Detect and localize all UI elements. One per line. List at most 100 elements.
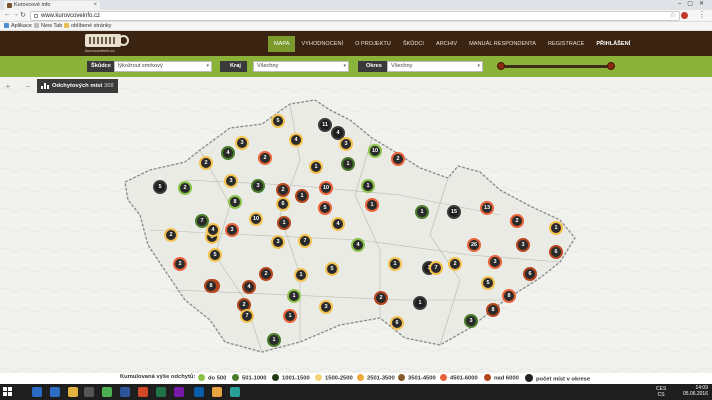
district-marker[interactable]: 5: [153, 180, 167, 194]
district-marker[interactable]: 26: [467, 238, 481, 252]
chrome-icon[interactable]: [102, 387, 112, 397]
district-marker[interactable]: 8: [486, 303, 500, 317]
nav-manual[interactable]: MANUÁL RESPONDENTA: [463, 36, 542, 52]
zoom-out-button[interactable]: −: [21, 81, 35, 93]
district-marker[interactable]: 2: [164, 228, 178, 242]
nav-registrace[interactable]: REGISTRACE: [542, 36, 590, 52]
district-marker[interactable]: 7: [298, 234, 312, 248]
district-marker[interactable]: 10: [368, 144, 382, 158]
district-marker[interactable]: 1: [361, 179, 375, 193]
district-marker[interactable]: 2: [259, 267, 273, 281]
date-range-slider[interactable]: [500, 65, 612, 68]
district-marker[interactable]: 15: [447, 205, 461, 219]
district-marker[interactable]: 2: [391, 152, 405, 166]
district-marker[interactable]: 4: [242, 280, 256, 294]
district-marker[interactable]: 11: [318, 118, 332, 132]
district-marker[interactable]: 2: [178, 181, 192, 195]
bookmark-folder[interactable]: oblíbené stránky: [64, 22, 111, 31]
district-marker[interactable]: 3: [235, 136, 249, 150]
district-marker[interactable]: 2: [374, 291, 388, 305]
district-marker[interactable]: 6: [276, 197, 290, 211]
district-marker[interactable]: 1: [295, 189, 309, 203]
district-marker[interactable]: 4: [221, 146, 235, 160]
ie-icon[interactable]: [50, 387, 60, 397]
district-marker[interactable]: 3: [224, 174, 238, 188]
bookmark-new-tab[interactable]: New Tab: [34, 22, 62, 31]
district-marker[interactable]: 8: [204, 279, 218, 293]
district-marker[interactable]: 5: [208, 248, 222, 262]
paint-icon[interactable]: [212, 387, 222, 397]
district-marker[interactable]: 1: [294, 268, 308, 282]
district-marker[interactable]: 1: [413, 296, 427, 310]
page-info-icon[interactable]: [34, 14, 38, 18]
district-marker[interactable]: 8: [502, 289, 516, 303]
district-marker[interactable]: 1: [267, 333, 281, 347]
nav-prihlaseni[interactable]: PŘIHLÁŠENÍ: [590, 36, 636, 52]
district-marker[interactable]: 4: [351, 238, 365, 252]
district-marker[interactable]: 3: [319, 300, 333, 314]
nav-vyhodnoceni[interactable]: VYHODNOCENÍ: [295, 36, 349, 52]
district-marker[interactable]: 3: [251, 179, 265, 193]
district-marker[interactable]: 10: [319, 181, 333, 195]
reload-icon[interactable]: ↻: [20, 11, 26, 19]
window-controls[interactable]: –▢✕: [678, 0, 710, 7]
district-marker[interactable]: 3: [488, 255, 502, 269]
clock[interactable]: 14:09 05.06.2016: [683, 385, 708, 397]
slider-handle-end[interactable]: [607, 62, 615, 70]
filter-kraj-select[interactable]: Všechny ▾: [253, 61, 349, 72]
extension-icon[interactable]: [681, 12, 688, 19]
district-marker[interactable]: 5: [271, 114, 285, 128]
word-icon[interactable]: [120, 387, 130, 397]
district-marker[interactable]: 2: [448, 257, 462, 271]
windows-start-icon[interactable]: [3, 387, 13, 397]
district-marker[interactable]: 13: [480, 201, 494, 215]
district-marker[interactable]: 7: [240, 309, 254, 323]
district-marker[interactable]: 6: [523, 267, 537, 281]
outlook-icon[interactable]: [194, 387, 204, 397]
district-marker[interactable]: 4: [206, 223, 220, 237]
district-marker[interactable]: 6: [390, 316, 404, 330]
browser-menu-icon[interactable]: ⋮: [698, 10, 706, 19]
slider-handle-start[interactable]: [497, 62, 505, 70]
district-marker[interactable]: 2: [258, 151, 272, 165]
district-marker[interactable]: 3: [225, 223, 239, 237]
url-input[interactable]: www.kurovcoveinfo.cz: [30, 11, 680, 21]
district-marker[interactable]: 7: [429, 261, 443, 275]
nav-archiv[interactable]: ARCHIV: [430, 36, 463, 52]
district-marker[interactable]: 1: [283, 309, 297, 323]
district-marker[interactable]: 2: [510, 214, 524, 228]
onenote-icon[interactable]: [174, 387, 184, 397]
store-icon[interactable]: [84, 387, 94, 397]
filter-skudce-select[interactable]: lýkožrout smrkový ▾: [114, 61, 212, 72]
district-marker[interactable]: 4: [289, 133, 303, 147]
district-marker[interactable]: 2: [199, 156, 213, 170]
district-marker[interactable]: 10: [249, 212, 263, 226]
forward-icon[interactable]: →: [12, 11, 19, 18]
district-marker[interactable]: 1: [388, 257, 402, 271]
app-icon[interactable]: [230, 387, 240, 397]
district-marker[interactable]: 5: [325, 262, 339, 276]
district-marker[interactable]: 8: [228, 195, 242, 209]
browser-tab[interactable]: Kurovcové info ×: [4, 1, 100, 10]
bookmark-star-icon[interactable]: ☆: [670, 11, 676, 19]
district-marker[interactable]: 3: [516, 238, 530, 252]
district-marker[interactable]: 1: [277, 216, 291, 230]
district-marker[interactable]: 1: [415, 205, 429, 219]
nav-skudci[interactable]: ŠKŮDCI: [397, 36, 430, 52]
explorer-icon[interactable]: [68, 387, 78, 397]
district-marker[interactable]: 1: [341, 157, 355, 171]
district-marker[interactable]: 5: [318, 201, 332, 215]
district-marker[interactable]: 3: [339, 137, 353, 151]
district-marker[interactable]: 3: [464, 314, 478, 328]
edge-icon[interactable]: [32, 387, 42, 397]
district-marker[interactable]: 3: [271, 235, 285, 249]
filter-okres-select[interactable]: Všechny ▾: [387, 61, 483, 72]
district-marker[interactable]: 1: [365, 198, 379, 212]
district-marker[interactable]: 1: [549, 221, 563, 235]
map[interactable]: 5 11 4 3 4 3 10 4 2 2 2 1 5 2 3 3 1 1 2 10 8 1 5 1 6 7 10 1 1 15 13 2 4 1…: [0, 77, 712, 380]
district-marker[interactable]: 2: [173, 257, 187, 271]
back-icon[interactable]: ←: [4, 11, 11, 18]
site-logo[interactable]: kurovcoveinfo.cz: [85, 34, 133, 53]
district-marker[interactable]: 1: [287, 289, 301, 303]
district-marker[interactable]: 1: [309, 160, 323, 174]
